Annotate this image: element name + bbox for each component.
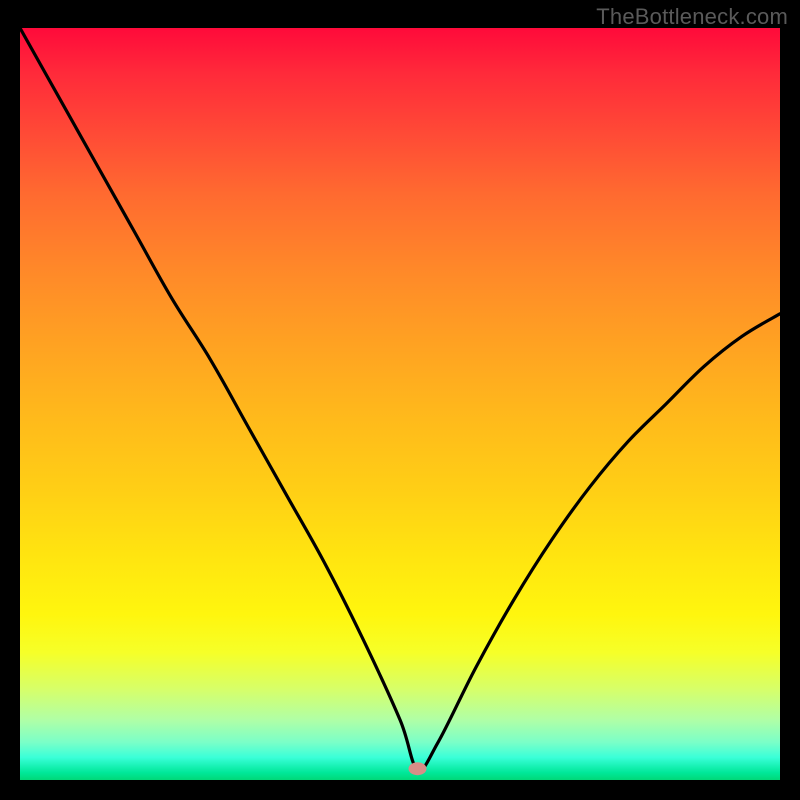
chart-frame: TheBottleneck.com [0,0,800,800]
plot-area [20,28,780,780]
curve-svg [20,28,780,780]
watermark-text: TheBottleneck.com [596,4,788,30]
bottleneck-curve [20,28,780,769]
minimum-marker [409,762,427,775]
